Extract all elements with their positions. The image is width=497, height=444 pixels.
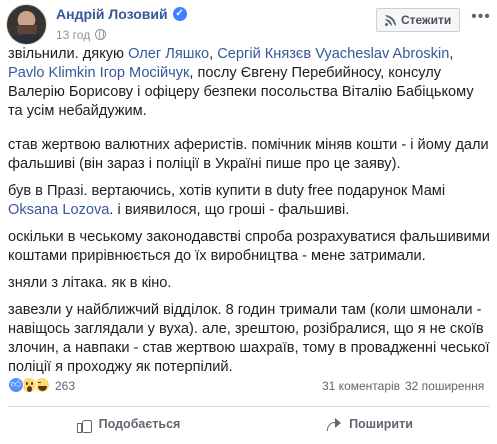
post-meta: 13 год	[56, 28, 107, 42]
thumb-icon	[76, 417, 92, 433]
like-icon[interactable]: 👍︎	[8, 377, 24, 393]
reactions-count[interactable]: 263	[55, 379, 75, 393]
author-name[interactable]: Андрій Лозовий	[56, 6, 168, 22]
post-text: звільнили. дякую	[8, 46, 129, 62]
comments-count[interactable]: 31 коментарів	[322, 379, 400, 393]
post-body: звільнили. дякую Олег Ляшко, Сергій Княз…	[8, 45, 490, 385]
mention-link[interactable]: Ігор Мосійчук	[100, 65, 190, 81]
mention-link[interactable]: Олег Ляшко	[128, 46, 209, 62]
post-text: . і виявилося, що гроші - фальшиві.	[109, 202, 350, 218]
verified-icon: ✓	[172, 7, 187, 22]
mention-link[interactable]: Pavlo Klimkin	[8, 65, 96, 81]
follow-label: Стежити	[401, 13, 452, 27]
mention-link[interactable]: Oksana Lozova	[8, 202, 109, 218]
share-icon	[326, 417, 342, 431]
post-paragraph: завезли у найближчий відділок. 8 годин т…	[8, 302, 490, 375]
like-button[interactable]: Подобається	[8, 411, 249, 437]
globe-icon	[95, 29, 107, 41]
post-text: ,	[449, 46, 454, 62]
avatar-shirt	[7, 34, 46, 44]
rss-icon	[385, 14, 396, 26]
mention-link[interactable]: Сергій Князєв	[217, 46, 311, 62]
avatar[interactable]	[6, 4, 47, 45]
like-label: Подобається	[98, 417, 181, 431]
follow-button[interactable]: Стежити	[376, 8, 461, 32]
post-paragraph: був в Празі. вертаючись, хотів купити в …	[8, 182, 490, 220]
post-text: був в Празі. вертаючись, хотів купити в …	[8, 183, 446, 199]
post-timestamp[interactable]: 13 год	[56, 28, 90, 42]
post-paragraph: зняли з літака. як в кіно.	[8, 275, 172, 291]
post-actions: Подобається Поширити	[8, 411, 490, 437]
post-header: Андрій Лозовий ✓ 13 год Стежити •••	[6, 4, 493, 45]
divider	[8, 406, 490, 407]
post-paragraph: став жертвою валютних аферистів. помічни…	[8, 137, 489, 172]
post-paragraph: оскільки в чеському законодавстві спроба…	[8, 229, 490, 264]
share-label: Поширити	[349, 417, 413, 431]
more-icon[interactable]: •••	[469, 7, 493, 31]
mention-link[interactable]: Vyacheslav Abroskin	[315, 46, 449, 62]
shares-count[interactable]: 32 поширення	[405, 379, 484, 393]
reactions-bar: 👍︎ 263 31 коментарів 32 поширення	[8, 377, 490, 395]
post-paragraph: звільнили. дякую Олег Ляшко, Сергій Княз…	[8, 45, 490, 121]
author-name-row: Андрій Лозовий ✓	[56, 6, 187, 22]
share-button[interactable]: Поширити	[249, 411, 490, 437]
